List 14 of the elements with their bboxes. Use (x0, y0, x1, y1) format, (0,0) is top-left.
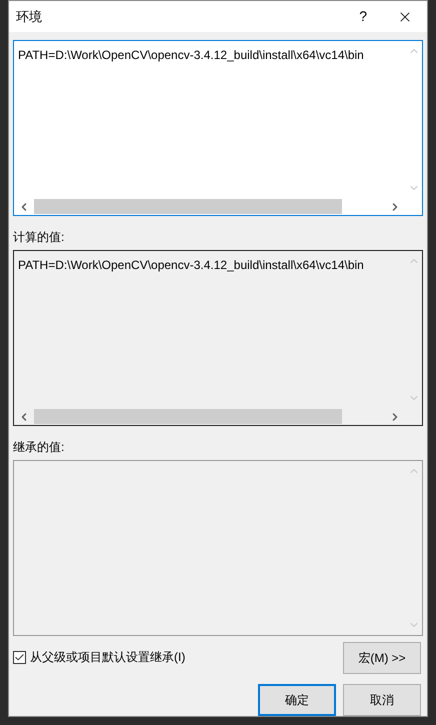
scrollbar-thumb[interactable] (34, 199, 342, 214)
window-title: 环境 (16, 8, 43, 26)
inherit-checkbox[interactable] (13, 650, 26, 664)
macro-button[interactable]: 宏(M) >> (343, 642, 421, 674)
environment-value: PATH=D:\Work\OpenCV\opencv-3.4.12_build\install\x64\vc14\bin (17, 47, 365, 64)
scrollbar-thumb[interactable] (34, 409, 342, 424)
computed-label: 计算的值: (13, 229, 66, 246)
help-button[interactable]: ? (359, 6, 367, 27)
inherit-checkbox-label[interactable]: 从父级或项目默认设置继承(I) (30, 648, 186, 666)
dialog-button[interactable]: 确定 (258, 684, 336, 716)
dialog-button[interactable]: 取消 (343, 684, 421, 716)
computed-value: PATH=D:\Work\OpenCV\opencv-3.4.12_build\install\x64\vc14\bin (17, 257, 365, 274)
environment-text-area[interactable]: PATH=D:\Work\OpenCV\opencv-3.4.12_build\install\x64\vc14\bin (13, 40, 423, 216)
inherited-label: 继承的值: (13, 439, 66, 456)
